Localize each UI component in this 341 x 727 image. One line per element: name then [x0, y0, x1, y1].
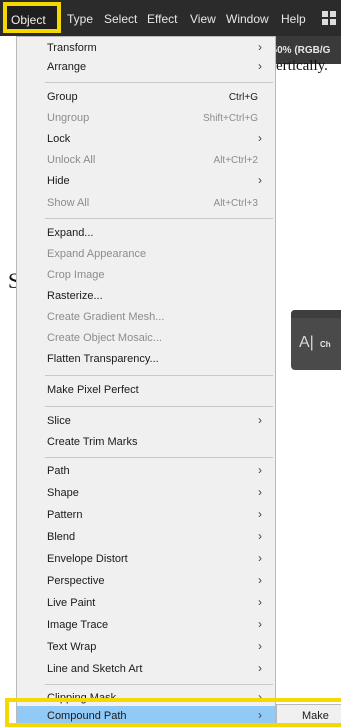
menu-item-label: Make Pixel Perfect	[47, 384, 139, 396]
menu-item-text-wrap[interactable]: Text Wrap ›	[17, 637, 275, 659]
character-panel-label: Ch	[320, 340, 331, 349]
menu-item-label: Show All	[47, 197, 90, 209]
menu-item-show-all[interactable]: Show All Alt+Ctrl+3	[17, 193, 275, 215]
menubar: Object Type Select Effect View Window He…	[0, 0, 341, 36]
menu-separator	[45, 457, 273, 458]
menu-item-path[interactable]: Path ›	[17, 461, 275, 483]
menu-item-label: Path	[47, 465, 70, 477]
menu-item-crop-image[interactable]: Crop Image	[17, 265, 275, 287]
menu-item-label: Expand...	[47, 227, 94, 239]
menu-item-lock[interactable]: Lock ›	[17, 129, 275, 151]
menu-item-perspective[interactable]: Perspective ›	[17, 571, 275, 593]
submenu-arrow-icon: ›	[258, 595, 262, 609]
menu-separator	[45, 684, 273, 685]
menu-item-label: Flatten Transparency...	[47, 353, 159, 365]
submenu-arrow-icon: ›	[258, 40, 262, 54]
menu-item-make-pixel-perfect[interactable]: Make Pixel Perfect	[17, 380, 275, 402]
menu-item-label: Perspective	[47, 575, 105, 587]
menu-item-create-gradient-mesh[interactable]: Create Gradient Mesh...	[17, 307, 275, 329]
submenu-arrow-icon: ›	[258, 413, 262, 427]
menu-object-label: Object	[11, 13, 46, 27]
submenu-arrow-icon: ›	[258, 173, 262, 187]
menu-item-shortcut: Shift+Ctrl+G	[202, 113, 258, 124]
submenu-arrow-icon: ›	[258, 639, 262, 653]
menu-item-label: Text Wrap	[47, 641, 97, 653]
menu-item-create-trim-marks[interactable]: Create Trim Marks	[17, 432, 275, 454]
menu-item-label: Create Trim Marks	[47, 436, 138, 448]
menu-item-label: Slice	[47, 415, 71, 427]
menu-item-pattern[interactable]: Pattern ›	[17, 505, 275, 527]
menu-item-label: Rasterize...	[47, 290, 103, 302]
menu-item-shortcut: Alt+Ctrl+2	[213, 155, 258, 166]
object-dropdown-menu: Transform › Arrange › Group Ctrl+G Ungro…	[16, 36, 276, 727]
menu-item-line-and-sketch-art[interactable]: Line and Sketch Art ›	[17, 659, 275, 681]
menu-item-rasterize[interactable]: Rasterize...	[17, 286, 275, 308]
submenu-arrow-icon: ›	[258, 573, 262, 587]
menu-item-label: Arrange	[47, 61, 87, 73]
menu-item-unlock-all[interactable]: Unlock All Alt+Ctrl+2	[17, 150, 275, 172]
submenu-arrow-icon: ›	[258, 507, 262, 521]
character-panel[interactable]: A| Ch	[291, 310, 341, 370]
submenu-arrow-icon: ›	[258, 529, 262, 543]
menu-item-label: Envelope Distort	[47, 553, 128, 565]
menu-separator	[45, 82, 273, 83]
menu-item-slice[interactable]: Slice ›	[17, 411, 275, 433]
character-icon: A|	[299, 334, 314, 351]
menu-item-label: Hide	[47, 175, 70, 187]
document-text-fragment: ertically.	[276, 58, 328, 74]
menu-item-label: Transform	[47, 42, 97, 54]
menu-window[interactable]: Window	[226, 12, 269, 26]
menu-item-label: Expand Appearance	[47, 248, 147, 260]
menu-separator	[45, 375, 273, 376]
menu-item-ungroup[interactable]: Ungroup Shift+Ctrl+G	[17, 108, 275, 130]
menu-object[interactable]: Object	[3, 2, 61, 33]
menu-item-envelope-distort[interactable]: Envelope Distort ›	[17, 549, 275, 571]
menu-item-label: Crop Image	[47, 269, 105, 281]
character-panel-header[interactable]	[291, 310, 341, 318]
workspace-grid-icon[interactable]	[322, 11, 336, 25]
menu-item-label: Lock	[47, 133, 71, 145]
menu-help[interactable]: Help	[281, 12, 306, 26]
menu-type[interactable]: Type	[67, 12, 93, 26]
submenu-arrow-icon: ›	[258, 661, 262, 675]
menu-item-label: Create Gradient Mesh...	[47, 311, 165, 323]
callout-highlight-frame	[5, 698, 341, 727]
menu-item-label: Blend	[47, 531, 76, 543]
menu-effect[interactable]: Effect	[147, 12, 177, 26]
menu-item-label: Live Paint	[47, 597, 96, 609]
menu-item-create-object-mosaic[interactable]: Create Object Mosaic...	[17, 328, 275, 350]
menu-item-shortcut: Alt+Ctrl+3	[213, 198, 258, 209]
menu-separator	[45, 218, 273, 219]
menu-item-label: Line and Sketch Art	[47, 663, 143, 675]
menu-item-blend[interactable]: Blend ›	[17, 527, 275, 549]
submenu-arrow-icon: ›	[258, 617, 262, 631]
menu-item-flatten-transparency[interactable]: Flatten Transparency...	[17, 349, 275, 371]
menu-select[interactable]: Select	[104, 12, 137, 26]
menu-item-label: Ungroup	[47, 112, 90, 124]
menu-item-arrange[interactable]: Arrange ›	[17, 57, 275, 79]
menu-item-group[interactable]: Group Ctrl+G	[17, 87, 275, 109]
menu-item-hide[interactable]: Hide ›	[17, 171, 275, 193]
menu-separator	[45, 406, 273, 407]
menu-item-expand[interactable]: Expand...	[17, 223, 275, 245]
menu-item-label: Pattern	[47, 509, 83, 521]
submenu-arrow-icon: ›	[258, 131, 262, 145]
menu-item-expand-appearance[interactable]: Expand Appearance	[17, 244, 275, 266]
submenu-arrow-icon: ›	[258, 463, 262, 477]
menu-item-image-trace[interactable]: Image Trace ›	[17, 615, 275, 637]
submenu-arrow-icon: ›	[258, 485, 262, 499]
menu-item-label: Create Object Mosaic...	[47, 332, 162, 344]
menu-item-label: Image Trace	[47, 619, 109, 631]
menu-view[interactable]: View	[190, 12, 216, 26]
menu-item-shape[interactable]: Shape ›	[17, 483, 275, 505]
menu-item-shortcut: Ctrl+G	[228, 92, 258, 103]
menu-item-live-paint[interactable]: Live Paint ›	[17, 593, 275, 615]
submenu-arrow-icon: ›	[258, 59, 262, 73]
menu-item-label: Unlock All	[47, 154, 96, 166]
submenu-arrow-icon: ›	[258, 551, 262, 565]
menu-item-label: Group	[47, 91, 78, 103]
menu-item-label: Shape	[47, 487, 79, 499]
